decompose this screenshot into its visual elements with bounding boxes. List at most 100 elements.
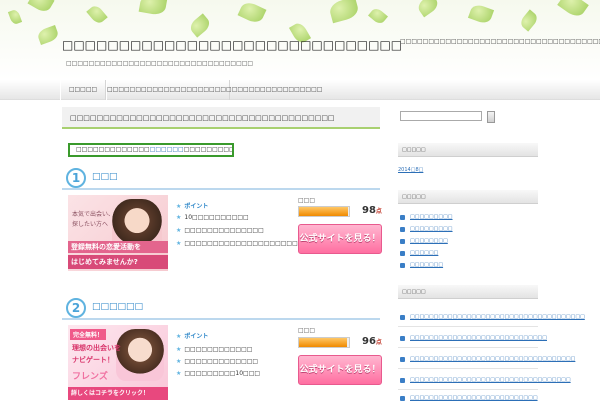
thumb-text-1: 完全無料！ [70,329,107,340]
archive-link[interactable]: 2014□8□ [398,167,423,173]
point-item: ★ □□□□□□□□□□□□□□ [176,227,264,234]
intro-banner-prefix: □□□□□□□□□□□□□ [76,146,150,153]
star-icon: ★ [176,358,182,365]
list-bullet-icon [400,378,405,383]
thumb-text-1: 本気で出会い、 [72,211,115,218]
rank-heading-2: 2 □□□□□□ [62,298,380,320]
star-icon: ★ [176,370,182,377]
list-bullet-icon [400,215,405,220]
intro-banner-link[interactable]: □□□□□□ [150,146,184,153]
star-icon: ★ [176,346,182,353]
score-label: □□□ [298,327,316,334]
score-bar [298,337,350,348]
point-item: ★ □□□□□□□□□□□□□□□□□□□□□□ [176,240,310,247]
score-label: □□□ [298,197,316,204]
leaf-decoration [518,9,540,32]
thumb-text-5: 詳しくはコチラをクリック！ [68,387,168,400]
official-site-button[interactable]: 公式サイトを見る！ [298,224,382,254]
leaf-decoration [7,8,23,26]
site-title[interactable]: □□□□□□□□□□□□□□□□□□□□□□□□□□□□□□ [62,38,402,52]
recent-post-link[interactable]: □□□□□□□□□□□□□□□□□□□□□□□□□□□□□□□□□□ [410,377,571,383]
leaf-decoration [368,6,388,26]
divider [398,389,538,390]
site-description: □□□□□□□□□□□□□□□□□□□□□□□□□□□□□□□□□ [66,60,254,67]
point-label: ★ ポイント [176,333,209,340]
widget-title-archive: □□□□□ [398,143,538,157]
point-item: ★ □□□□□□□□□□□□□ [176,358,259,365]
score-value: 96点 [362,336,382,347]
category-link[interactable]: □□□□□□ [410,250,438,256]
point-item: ★ 10□□□□□□□□□□ [176,214,249,221]
post-title: □□□□□□□□□□□□□□□□□□□□□□□□□□□□□□□□□□□□□□□□ [62,107,380,129]
leaf-decoration [138,0,168,17]
widget-title-recent-posts: □□□□□ [398,285,538,299]
leaf-decoration [467,2,495,26]
thumb-text-2: 探したい方へ [72,221,109,228]
global-nav: □□□□□ □□□□□□□□□□□□□□□□□□□□□□□□□□□□□□□□□□… [0,80,600,100]
nav-item-page[interactable]: □□□□□□□□□□□□□□□□□□□□□□□□□□□□□□□□□□□□□□ [106,80,322,100]
intro-banner-text: □□□□□□□□□□□□□□□□□□□□□□□□□□□□□□□□□□□□□□ [70,145,232,155]
divider [398,368,538,369]
thumb-text-3: ナビゲート！ [72,356,114,364]
list-bullet-icon [400,336,405,341]
rank-site-name[interactable]: □□□ [92,172,118,182]
thumb-text-3: 登録無料の恋愛活動を [68,241,168,253]
list-bullet-icon [400,239,405,244]
rank-number-badge: 1 [66,168,86,188]
header-tagline: □□□□□□□□□□□□□□□□□□□□□□□□□□□□□□□□□□□□□□□ [400,38,600,45]
score-bar [298,206,350,217]
thumb-woman-figure [116,329,164,381]
rank-site-name[interactable]: □□□□□□ [92,302,143,312]
recent-post-link[interactable]: □□□□□□□□□□□□□□□□□□□□□□□□□□□□□□□□□□□ [410,356,575,362]
leaf-decoration [36,25,60,45]
point-item: ★ □□□□□□□□□10□□□ [176,370,261,377]
score-bar-fill [299,338,347,347]
star-icon: ★ [176,214,182,221]
official-site-button[interactable]: 公式サイトを見る！ [298,355,382,385]
leaf-decoration [86,3,108,26]
search-input[interactable] [400,111,482,121]
leaf-decoration [415,0,441,18]
thumb-text-4: はじめてみませんか? [68,255,168,269]
list-bullet-icon [400,227,405,232]
leaf-decoration [327,0,361,24]
divider [398,326,538,327]
score-value: 98点 [362,205,382,216]
rank-1-banner-image[interactable]: 本気で出会い、 探したい方へ 登録無料の恋愛活動を はじめてみませんか? [68,195,168,271]
star-icon: ★ [176,240,182,247]
point-item: ★ □□□□□□□□□□□□ [176,346,253,353]
star-icon: ★ [176,203,182,210]
point-label: ★ ポイント [176,203,209,210]
leaf-decoration [237,0,267,26]
category-link[interactable]: □□□□□□□ [410,262,443,268]
leaf-decoration [27,0,55,15]
thumb-text-4: フレンズ [72,372,108,382]
recent-post-link[interactable]: □□□□□□□□□□□□□□□□□□□□□□□□□□□□□ [410,335,547,341]
search-button[interactable] [487,111,495,123]
category-link[interactable]: □□□□□□□□□ [410,226,453,232]
site-header: □□□□□□□□□□□□□□□□□□□□□□□□□□□□□□ □□□□□□□□□… [0,0,600,80]
thumb-text-2: 理想の出会いを [72,344,121,352]
category-link[interactable]: □□□□□□□□ [410,238,448,244]
star-icon: ★ [176,227,182,234]
leaf-decoration [187,13,213,38]
rank-heading-1: 1 □□□ [62,168,380,190]
rank-number-badge: 2 [66,298,86,318]
leaf-decoration [557,0,589,20]
list-bullet-icon [400,396,405,401]
list-bullet-icon [400,251,405,256]
list-bullet-icon [400,315,405,320]
nav-item-home[interactable]: □□□□□ [60,80,106,100]
category-link[interactable]: □□□□□□□□□ [410,214,453,220]
recent-post-link[interactable]: □□□□□□□□□□□□□□□□□□□□□□□□□□□ [410,395,538,401]
divider [398,347,538,348]
widget-title-categories: □□□□□ [398,190,538,204]
rank-2-banner-image[interactable]: 完全無料！ 理想の出会いを ナビゲート！ フレンズ 詳しくはコチラをクリック！ [68,325,168,400]
list-bullet-icon [400,263,405,268]
score-bar-fill [299,207,348,216]
list-bullet-icon [400,357,405,362]
star-icon: ★ [176,333,182,340]
recent-post-link[interactable]: □□□□□□□□□□□□□□□□□□□□□□□□□□□□□□□□□□□□□ [410,314,585,320]
intro-banner-suffix: □□□□□□□□□□□□□□□□□□□ [183,146,232,153]
intro-banner: □□□□□□□□□□□□□□□□□□□□□□□□□□□□□□□□□□□□□□ [68,143,234,157]
